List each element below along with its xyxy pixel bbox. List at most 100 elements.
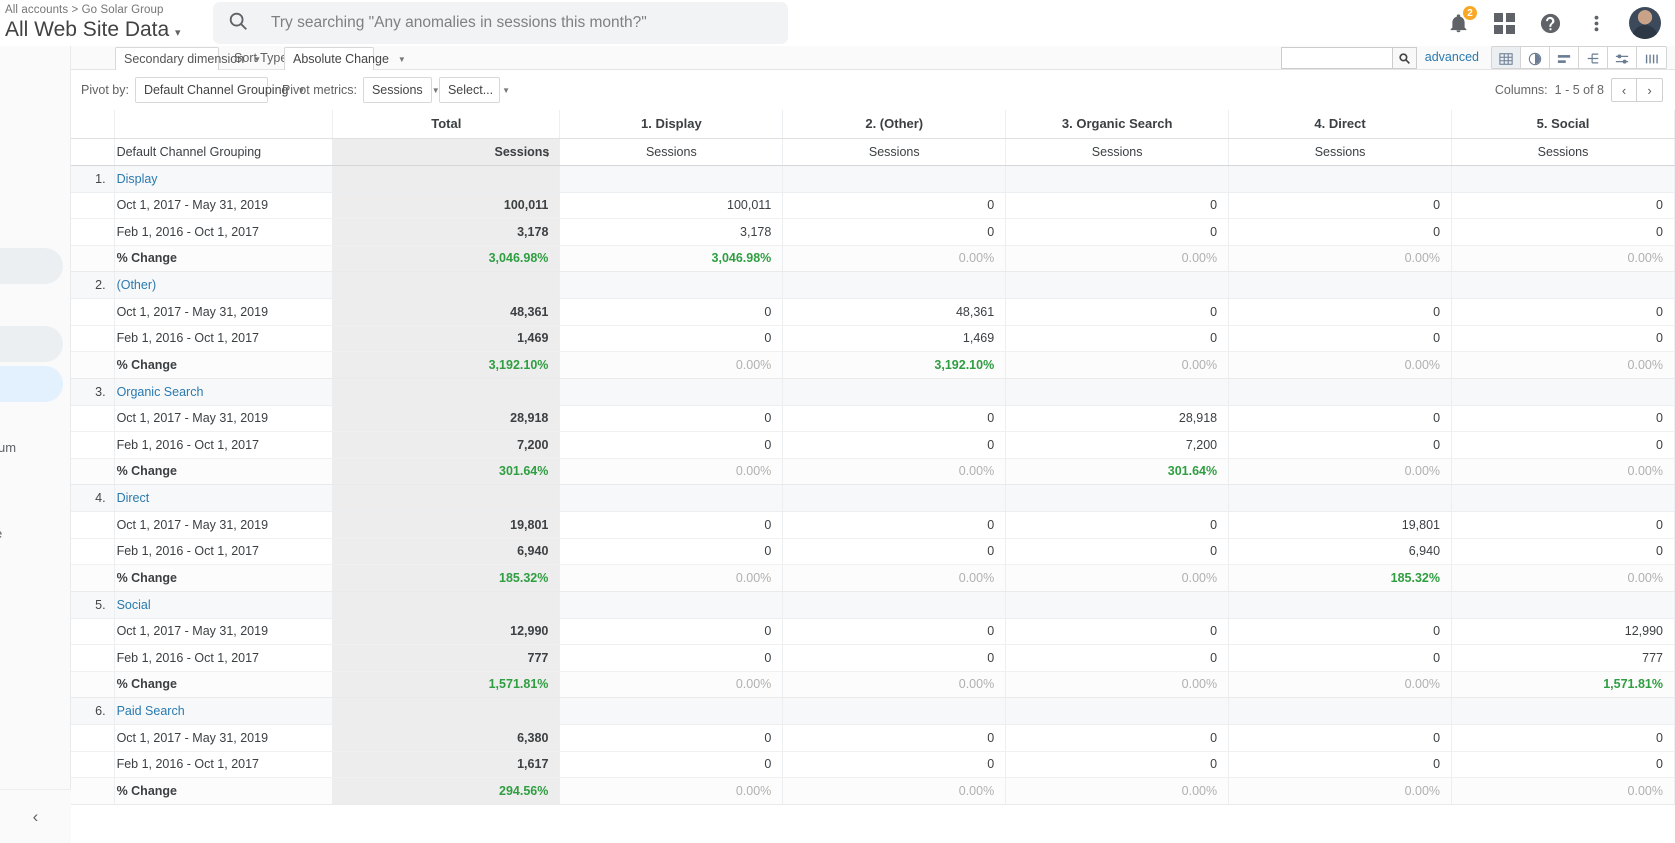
pivot-value-4: 6,940 [1228,538,1453,565]
pivot-by-label: Pivot by: [81,83,129,97]
property-selector[interactable]: All Web Site Data ▾ [5,17,208,46]
sidebar-item-1[interactable] [0,248,63,284]
total-change-value: 185.32% [332,564,561,592]
group-pivot-cell [1228,271,1453,299]
group-pivot-cell [1005,697,1230,725]
header-pivot-2-metric[interactable]: Sessions [782,138,1007,166]
header-dimension-label[interactable]: Default Channel Grouping [114,138,334,166]
row-index: 4. [71,484,115,512]
group-total-cell [332,591,561,619]
row-index-spacer [71,511,115,539]
header-pivot-5: 5. Social [1451,110,1675,139]
dimension-link[interactable]: Display [117,172,158,186]
header-total-metric-text: Sessions [494,144,550,159]
sort-type-dropdown[interactable]: Absolute Change ▼ [284,47,406,71]
table-view-icon[interactable] [1492,47,1521,68]
dimension-link[interactable]: Organic Search [117,385,204,399]
pivot-metric-1-value: Sessions [371,83,423,97]
table-search-input[interactable] [1281,47,1393,69]
pivot-change-5: 1,571.81% [1451,671,1675,698]
pivot-change-5: 0.00% [1451,564,1675,592]
change-label: % Change [114,245,334,272]
total-value: 1,617 [332,751,561,778]
pivot-toolbar: Pivot by: Default Channel Grouping ▼ Piv… [71,70,1675,110]
top-bar: All accounts > Go Solar Group All Web Si… [0,0,1675,46]
pivot-change-3: 0.00% [1005,564,1230,592]
pivot-change-1: 0.00% [559,351,784,379]
header-pivot-5-metric[interactable]: Sessions [1451,138,1675,166]
pivot-value-3: 0 [1005,325,1230,352]
date-range-label: Oct 1, 2017 - May 31, 2019 [114,298,334,326]
sidebar-item-2[interactable] [0,326,63,362]
date-range-label: Oct 1, 2017 - May 31, 2019 [114,405,334,432]
total-change-value: 3,046.98% [332,245,561,272]
header-pivot-3-metric[interactable]: Sessions [1005,138,1230,166]
advanced-filter-link[interactable]: advanced [1425,50,1479,64]
global-search-box[interactable] [213,2,788,44]
pivot-value-4: 0 [1228,192,1453,219]
table-row: Feb 1, 2016 - Oct 1, 2017 3,178 3,178 0 0 0 0 [71,218,1675,246]
row-index-spacer [71,724,115,752]
pivot-value-2: 1,469 [782,325,1007,352]
group-pivot-cell [1451,591,1675,619]
group-pivot-cell [559,697,784,725]
pivot-table-scroll[interactable]: Total 1. Display 2. (Other) 3. Organic S… [71,110,1675,843]
sort-type-label: Sort Type: [234,51,291,65]
pivot-metric-2-dropdown[interactable]: Select... ▼ [438,77,510,103]
row-index: 2. [71,271,115,299]
header-total-metric[interactable]: Sessions ↓ [332,138,561,166]
total-value: 6,940 [332,538,561,565]
search-input[interactable] [271,14,774,32]
pivot-value-4: 0 [1228,405,1453,432]
avatar[interactable] [1629,7,1661,39]
sidebar-collapse-button[interactable]: ‹ [0,789,71,843]
breadcrumb[interactable]: All accounts > Go Solar Group [5,1,208,17]
comparison-view-icon[interactable] [1579,47,1608,68]
left-sidebar: um e ‹ [0,46,71,843]
table-search-button[interactable] [1393,47,1417,69]
pivot-value-2: 0 [782,511,1007,539]
secondary-dimension-dropdown[interactable]: Secondary dimension ▼ [115,47,261,71]
group-total-cell [332,165,561,193]
change-label: % Change [114,351,334,379]
term-cloud-view-icon[interactable] [1637,47,1666,68]
apps-grid-icon[interactable] [1491,10,1517,36]
group-pivot-cell [1451,271,1675,299]
sidebar-label-fragment-2[interactable]: e [0,526,2,541]
header-pivot-1-metric[interactable]: Sessions [559,138,784,166]
group-pivot-cell [782,271,1007,299]
help-icon[interactable] [1537,10,1563,36]
pivot-value-1: 0 [559,431,784,459]
total-change-value: 3,192.10% [332,351,561,379]
pivot-by-dropdown[interactable]: Default Channel Grouping ▼ [134,77,305,103]
notifications-icon[interactable]: 2 [1445,5,1478,36]
sidebar-item-selected[interactable] [0,366,63,402]
columns-label: Columns: [1494,83,1548,97]
dimension-link[interactable]: Direct [117,491,150,505]
columns-next-button[interactable]: › [1637,78,1663,102]
pivot-value-2: 0 [782,538,1007,565]
dimension-link[interactable]: Social [117,598,151,612]
percentage-pie-view-icon[interactable] [1521,47,1550,68]
columns-prev-button[interactable]: ‹ [1611,78,1637,102]
group-pivot-cell [559,378,784,406]
dimension-link[interactable]: (Other) [117,278,157,292]
date-range-label: Oct 1, 2017 - May 31, 2019 [114,724,334,752]
sidebar-label-fragment-1[interactable]: um [0,440,16,455]
row-index-spacer [71,431,115,459]
total-change-value: 1,571.81% [332,671,561,698]
more-vertical-icon[interactable] [1583,10,1609,36]
header-pivot-4-metric[interactable]: Sessions [1228,138,1453,166]
pivot-view-icon[interactable] [1608,47,1637,68]
pivot-change-5: 0.00% [1451,458,1675,485]
table-row: Oct 1, 2017 - May 31, 2019 19,801 0 0 0 19,80… [71,511,1675,539]
dimension-link[interactable]: Paid Search [117,704,185,718]
row-index-spacer [71,192,115,219]
group-pivot-cell [1005,378,1230,406]
top-bar-icons: 2 [1445,5,1675,39]
pivot-metric-1-dropdown[interactable]: Sessions ▼ [362,77,440,103]
table-row: Oct 1, 2017 - May 31, 2019 12,990 0 0 0 0 12,9… [71,618,1675,645]
sort-descending-icon: ↓ [543,144,551,159]
performance-bar-view-icon[interactable] [1550,47,1579,68]
pivot-value-5: 0 [1451,538,1675,565]
